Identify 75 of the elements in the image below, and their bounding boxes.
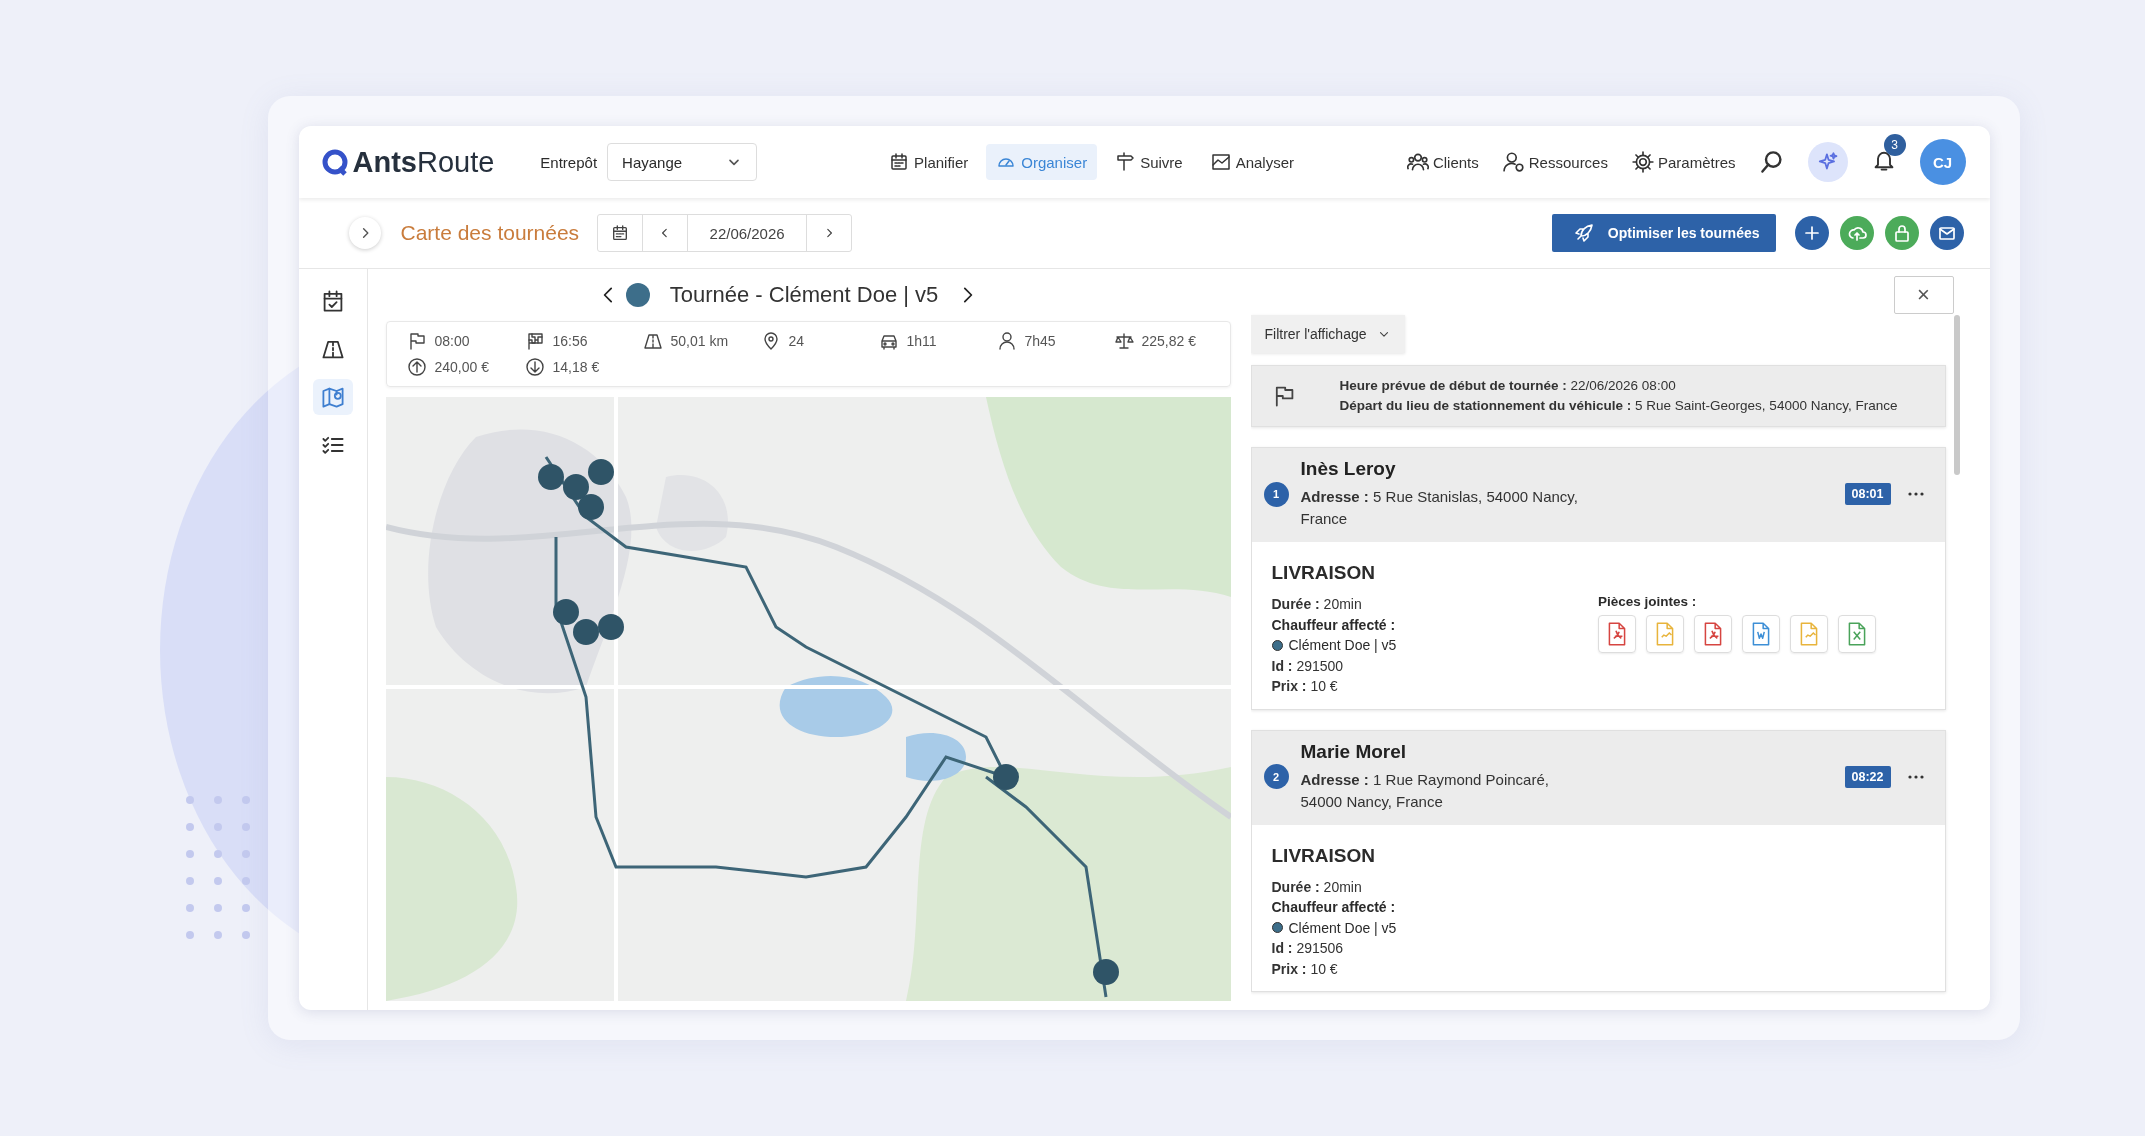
driver-name: Clément Doe | v5 (1288, 636, 1397, 655)
driver-name: Clément Doe | v5 (1288, 918, 1397, 938)
optimize-button[interactable]: Optimiser les tournées (1551, 214, 1776, 252)
arrow-up-icon (406, 357, 427, 377)
tour-title: Tournée - Clément Doe | v5 (669, 282, 939, 308)
customer-address: Adresse : 5 Rue Stanislas, 54000 Nancy, France (1300, 487, 1579, 529)
detail-field: Prix : 10 € (1271, 958, 1598, 979)
stat-value: 24 (788, 333, 805, 349)
chart-icon (1210, 152, 1231, 172)
detail-label: Chauffeur affecté : (1271, 615, 1397, 635)
action-button[interactable] (1794, 216, 1829, 250)
arrow-down-icon (524, 357, 545, 377)
nav-tab[interactable]: Suivre (1105, 144, 1193, 180)
time-badge: 08:01 (1844, 483, 1891, 505)
stat-value: 1h11 (906, 333, 937, 349)
detail-field: Durée : 20min (1271, 876, 1598, 897)
notification-count: 3 (1883, 134, 1906, 156)
detail-field: Id : 291506 (1271, 938, 1598, 959)
settings-icon (1631, 151, 1654, 173)
excel-file-icon[interactable] (1838, 615, 1876, 653)
stat-value: 50,01 km (670, 333, 729, 349)
warehouse-select[interactable]: Hayange (607, 143, 758, 181)
stop-type: LIVRAISON (1271, 562, 1376, 584)
pdf-file-icon[interactable] (1598, 615, 1636, 653)
page-title: Carte des tournées (400, 221, 580, 245)
nav-link[interactable]: Ressources (1502, 151, 1608, 173)
customer-name: Marie Morel (1300, 740, 1408, 763)
sparkle-button[interactable] (1807, 142, 1848, 182)
stop-number: 2 (1263, 764, 1289, 789)
nav-link[interactable]: Clients (1406, 151, 1479, 173)
rocket-icon (1573, 223, 1594, 243)
detail-label: Chauffeur affecté : (1271, 898, 1397, 917)
nav-link[interactable]: Paramètres (1631, 151, 1736, 173)
detail-field: Durée : 20min (1271, 594, 1598, 615)
time-badge: 08:22 (1844, 765, 1891, 788)
filter-dropdown[interactable]: Filtrer l'affichage (1250, 315, 1405, 353)
start-info-line: Départ du lieu de stationnement du véhicule : 5 Rue Saint-Georges, 54000 Nancy, France (1339, 397, 1898, 415)
logo-text: AntsRoute (352, 145, 495, 179)
detail-field: Prix : 10 € (1271, 676, 1598, 697)
stat-value: 7h45 (1024, 333, 1056, 349)
detail-field: Id : 291500 (1271, 655, 1598, 676)
user-gear-icon (1502, 151, 1525, 173)
close-button[interactable]: × (1893, 276, 1954, 314)
stat-value: 16:56 (552, 333, 588, 349)
signpost-icon (1115, 152, 1136, 172)
stop-type: LIVRAISON (1271, 844, 1376, 867)
stat-value: 08:00 (434, 333, 470, 349)
start-info-line: Heure prévue de début de tournée : 22/06/2026 08:00 (1339, 377, 1677, 395)
people-icon (1406, 151, 1429, 173)
person-icon (996, 331, 1017, 351)
search-icon (1759, 150, 1784, 174)
road-icon (642, 331, 663, 351)
warehouse-label: Entrepôt (540, 153, 598, 171)
map-pin-icon (320, 385, 345, 409)
pdf-file-icon[interactable] (1694, 615, 1732, 653)
stat-value: 14,18 € (552, 359, 600, 375)
word-file-icon[interactable] (1742, 615, 1780, 653)
more-icon[interactable] (1906, 491, 1925, 497)
action-button[interactable] (1839, 216, 1874, 250)
stop-number: 1 (1263, 481, 1289, 507)
calendar-icon (611, 224, 630, 242)
customer-name: Inès Leroy (1300, 458, 1397, 480)
nav-tab[interactable]: Planifier (879, 144, 979, 180)
stat-value: 240,00 € (434, 359, 489, 375)
action-button[interactable] (1929, 216, 1964, 250)
attachments-label: Pièces jointes : (1598, 594, 1698, 609)
logo-icon (320, 148, 349, 176)
action-button[interactable] (1884, 216, 1919, 250)
scrollbar[interactable] (1953, 315, 1960, 475)
calendar-icon (889, 152, 910, 172)
stat-value: 225,82 € (1141, 333, 1196, 349)
scales-icon (1113, 331, 1134, 351)
customer-address: Adresse : 1 Rue Raymond Poincaré, 54000 Nancy, France (1300, 769, 1550, 812)
nav-tab[interactable]: Analyser (1200, 144, 1304, 180)
more-icon[interactable] (1906, 773, 1925, 780)
